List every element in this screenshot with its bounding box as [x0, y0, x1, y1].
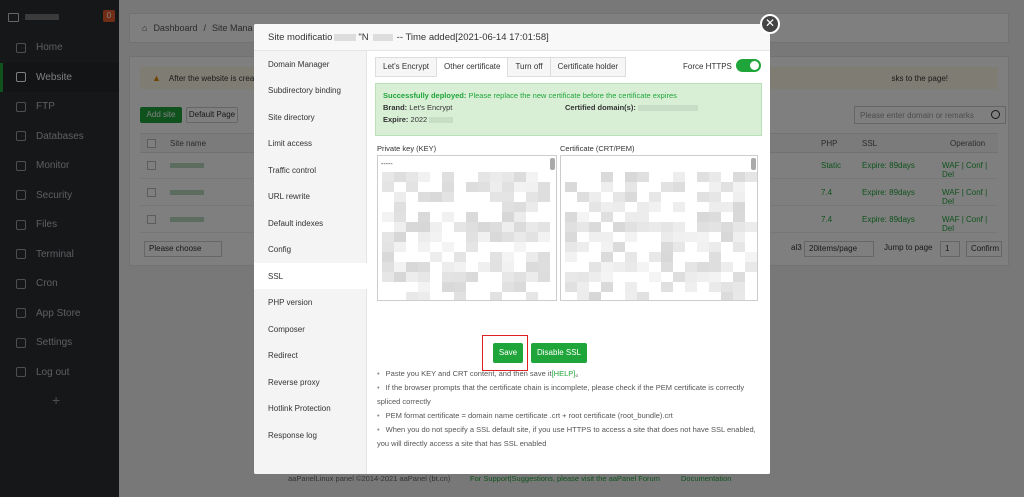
- nav-item-composer[interactable]: Composer: [254, 316, 367, 342]
- nav-item-redirect[interactable]: Redirect: [254, 343, 367, 369]
- dialog-nav: Domain Manager Subdirectory binding Site d…: [254, 51, 368, 474]
- nav-item-response-log[interactable]: Response log: [254, 422, 367, 448]
- nav-item-url-rewrite[interactable]: URL rewrite: [254, 184, 367, 210]
- nav-item-config[interactable]: Config: [254, 237, 367, 263]
- nav-item-site-directory[interactable]: Site directory: [254, 104, 367, 130]
- nav-item-ssl[interactable]: SSL: [254, 263, 368, 289]
- dialog-title: Site modificatio "N -- Time added[2021-0…: [254, 24, 770, 51]
- certificate-label: Certificate (CRT/PEM): [560, 144, 635, 153]
- nav-item-traffic-control[interactable]: Traffic control: [254, 157, 367, 183]
- nav-item-limit-access[interactable]: Limit access: [254, 131, 367, 157]
- tab-other-certificate[interactable]: Other certificate: [436, 57, 509, 77]
- nav-item-php-version[interactable]: PHP version: [254, 290, 367, 316]
- ssl-tips: Paste you KEY and CRT content, and then …: [377, 367, 757, 451]
- disable-ssl-button[interactable]: Disable SSL: [531, 343, 587, 363]
- ssl-panel: Let's Encrypt Other certificate Turn off Ce…: [367, 51, 770, 474]
- tab-turn-off[interactable]: Turn off: [507, 57, 551, 77]
- force-https-label: Force HTTPS: [683, 62, 732, 71]
- deploy-success-box: Successfully deployed: Please replace th…: [375, 83, 762, 136]
- nav-item-subdirectory-binding[interactable]: Subdirectory binding: [254, 78, 367, 104]
- private-key-textarea[interactable]: -----: [377, 155, 557, 301]
- help-link[interactable]: [HELP]: [552, 369, 576, 378]
- nav-item-reverse-proxy[interactable]: Reverse proxy: [254, 369, 367, 395]
- ssl-tabs: Let's Encrypt Other certificate Turn off Ce…: [375, 57, 627, 77]
- close-icon[interactable]: ✕: [760, 14, 780, 34]
- force-https-toggle[interactable]: [736, 59, 761, 72]
- tab-certificate-holder[interactable]: Certificate holder: [549, 57, 627, 77]
- tip-item: Paste you KEY and CRT content, and then …: [377, 367, 757, 381]
- tab-let-s-encrypt[interactable]: Let's Encrypt: [375, 57, 437, 77]
- save-button[interactable]: Save: [493, 343, 523, 363]
- tip-item: If the browser prompts that the certific…: [377, 381, 757, 409]
- tip-item: When you do not specify a SSL default si…: [377, 423, 757, 451]
- tip-item: PEM format certificate = domain name cer…: [377, 409, 757, 423]
- nav-item-hotlink-protection[interactable]: Hotlink Protection: [254, 396, 367, 422]
- certificate-textarea[interactable]: [560, 155, 758, 301]
- private-key-label: Private key (KEY): [377, 144, 437, 153]
- nav-item-domain-manager[interactable]: Domain Manager: [254, 51, 367, 77]
- site-modification-dialog: Site modificatio "N -- Time added[2021-0…: [254, 24, 770, 474]
- nav-item-default-indexes[interactable]: Default indexes: [254, 210, 367, 236]
